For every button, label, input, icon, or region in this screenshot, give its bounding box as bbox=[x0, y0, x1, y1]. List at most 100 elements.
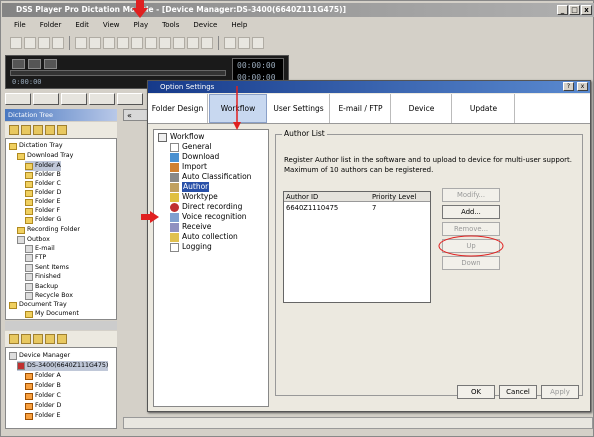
tab-user-settings[interactable]: User Settings bbox=[268, 94, 330, 123]
tree-item[interactable]: Folder C bbox=[25, 391, 61, 401]
column-author-id[interactable]: Author ID bbox=[284, 192, 318, 202]
close-button[interactable]: x bbox=[581, 5, 592, 15]
nav-item-general[interactable]: General bbox=[170, 142, 212, 152]
folder-icon[interactable] bbox=[21, 125, 31, 135]
menu-edit[interactable]: Edit bbox=[75, 19, 89, 32]
nav-item-logging[interactable]: Logging bbox=[170, 242, 212, 252]
panel-splitter[interactable] bbox=[5, 321, 117, 330]
dialog-title-bar: Option Settings ? x bbox=[148, 81, 590, 93]
nav-item-worktype[interactable]: Worktype bbox=[170, 192, 218, 202]
device-tree: Device Manager DS-3400(6640Z111G475) Fol… bbox=[5, 347, 117, 429]
tree-item[interactable]: Folder A bbox=[25, 371, 61, 381]
tree-item[interactable]: Folder B bbox=[25, 381, 61, 391]
tab-device[interactable]: Device bbox=[392, 94, 452, 123]
modify-button[interactable]: Modify... bbox=[442, 188, 500, 202]
help-button[interactable]: ? bbox=[563, 82, 574, 91]
properties-icon[interactable] bbox=[75, 37, 87, 49]
email-icon[interactable] bbox=[224, 37, 236, 49]
nav-item-auto-classification[interactable]: Auto Classification bbox=[170, 172, 251, 182]
menu-file[interactable]: File bbox=[14, 19, 26, 32]
finish-icon[interactable] bbox=[145, 37, 157, 49]
network-icon[interactable] bbox=[201, 37, 213, 49]
end-icon[interactable] bbox=[117, 93, 143, 105]
tree-item[interactable]: Device Manager bbox=[9, 351, 70, 361]
start-icon[interactable] bbox=[5, 93, 31, 105]
folder-icon bbox=[25, 402, 33, 410]
tree-item[interactable]: Finished bbox=[25, 272, 61, 282]
download-icon[interactable] bbox=[21, 334, 31, 344]
minimize-button[interactable]: _ bbox=[557, 5, 568, 15]
nav-item-voice-recognition[interactable]: Voice recognition bbox=[170, 212, 247, 222]
dialog-close-button[interactable]: x bbox=[577, 82, 588, 91]
tree-item[interactable]: Folder G bbox=[25, 215, 61, 225]
recognition-icon[interactable] bbox=[173, 37, 185, 49]
nav-item-download[interactable]: Download bbox=[170, 152, 219, 162]
tree-item[interactable]: Recording Folder bbox=[17, 225, 80, 235]
folder-icon[interactable] bbox=[33, 125, 43, 135]
tree-item[interactable]: Folder E bbox=[25, 411, 60, 421]
table-row[interactable]: 6640Z1110475 7 bbox=[284, 203, 430, 213]
menu-view[interactable]: View bbox=[103, 19, 120, 32]
new-folder-icon[interactable] bbox=[9, 125, 19, 135]
menu-device[interactable]: Device bbox=[193, 19, 217, 32]
tree-item[interactable]: My Document bbox=[25, 309, 79, 319]
search-icon[interactable] bbox=[103, 37, 115, 49]
nav-item-direct-recording[interactable]: Direct recording bbox=[170, 202, 242, 212]
position-slider[interactable] bbox=[10, 70, 226, 76]
maximize-button[interactable]: □ bbox=[569, 5, 580, 15]
collapse-icon[interactable]: « bbox=[127, 111, 132, 120]
copy-icon[interactable] bbox=[24, 37, 36, 49]
play-icon[interactable] bbox=[61, 93, 87, 105]
record-mode-icon[interactable] bbox=[12, 59, 25, 69]
column-priority-level[interactable]: Priority Level bbox=[370, 192, 416, 202]
tree-item[interactable]: FTP bbox=[25, 253, 46, 263]
menu-folder[interactable]: Folder bbox=[40, 19, 62, 32]
ok-button[interactable]: OK bbox=[457, 385, 495, 399]
menu-tools[interactable]: Tools bbox=[162, 19, 179, 32]
worktype-icon bbox=[170, 192, 179, 202]
rewind-icon[interactable] bbox=[33, 93, 59, 105]
device-icon[interactable] bbox=[9, 334, 19, 344]
tree-item[interactable]: Download Tray bbox=[17, 151, 73, 161]
menu-help[interactable]: Help bbox=[231, 19, 247, 32]
folder-icon[interactable] bbox=[45, 334, 55, 344]
upload-icon[interactable] bbox=[33, 334, 43, 344]
nav-item-workflow[interactable]: Workflow bbox=[158, 132, 204, 142]
nav-item-receive[interactable]: Receive bbox=[170, 222, 211, 232]
delete-icon[interactable] bbox=[57, 334, 67, 344]
tree-item-label: FTP bbox=[35, 254, 47, 261]
tab-folder-design[interactable]: Folder Design bbox=[148, 94, 208, 123]
folder-icon bbox=[25, 372, 33, 380]
index-icon[interactable] bbox=[44, 59, 57, 69]
apply-button[interactable]: Apply bbox=[541, 385, 579, 399]
transport-controls bbox=[5, 92, 155, 106]
paste-icon[interactable] bbox=[38, 37, 50, 49]
monitor-icon[interactable] bbox=[159, 37, 171, 49]
folder-icon[interactable] bbox=[45, 125, 55, 135]
send-icon[interactable] bbox=[187, 37, 199, 49]
delete-icon[interactable] bbox=[52, 37, 64, 49]
tab-email-ftp[interactable]: E-mail / FTP bbox=[331, 94, 391, 123]
fast-forward-icon[interactable] bbox=[89, 93, 115, 105]
repeat-icon[interactable] bbox=[28, 59, 41, 69]
check-icon[interactable] bbox=[131, 37, 143, 49]
ftp-icon[interactable] bbox=[238, 37, 250, 49]
nav-item-import[interactable]: Import bbox=[170, 162, 207, 172]
cut-icon[interactable] bbox=[10, 37, 22, 49]
nav-item-label: Logging bbox=[182, 242, 212, 251]
tab-update[interactable]: Update bbox=[453, 94, 515, 123]
edit-icon[interactable] bbox=[117, 37, 129, 49]
gear-icon[interactable] bbox=[252, 37, 264, 49]
nav-item-auto-collection[interactable]: Auto collection bbox=[170, 232, 238, 242]
settings-icon[interactable] bbox=[89, 37, 101, 49]
author-id-cell: 6640Z1110475 bbox=[286, 204, 339, 212]
horizontal-scrollbar[interactable] bbox=[123, 417, 593, 429]
cancel-button[interactable]: Cancel bbox=[499, 385, 537, 399]
add-button[interactable]: Add... bbox=[442, 205, 500, 219]
nav-item-author[interactable]: Author bbox=[170, 182, 210, 192]
tree-item[interactable]: DS-3400(6640Z111G475) bbox=[17, 361, 109, 371]
tree-item[interactable]: Folder D bbox=[25, 401, 61, 411]
tree-item[interactable]: Dictation Tray bbox=[9, 141, 63, 151]
menu-play[interactable]: Play bbox=[134, 19, 149, 32]
folder-icon[interactable] bbox=[57, 125, 67, 135]
